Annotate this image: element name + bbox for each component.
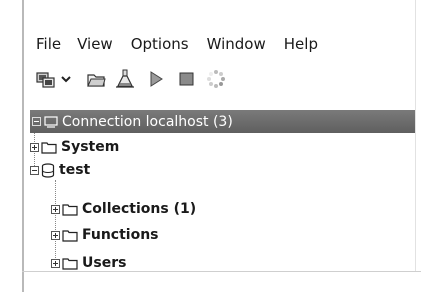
flask-icon xyxy=(114,68,136,90)
menu-help[interactable]: Help xyxy=(284,35,318,53)
minus-icon xyxy=(32,117,41,126)
collections-label: Collections (1) xyxy=(82,201,197,217)
functions-label: Functions xyxy=(82,227,159,243)
run-button[interactable] xyxy=(144,67,168,91)
menu-view[interactable]: View xyxy=(77,35,113,53)
menu-options[interactable]: Options xyxy=(131,35,189,53)
folder-icon xyxy=(62,229,78,242)
expand-toggle[interactable] xyxy=(51,230,60,240)
chevron-down-icon xyxy=(60,73,72,85)
stop-button[interactable] xyxy=(174,67,198,91)
loading-indicator xyxy=(204,67,228,91)
spinner-icon xyxy=(205,68,227,90)
folder-icon xyxy=(62,257,78,270)
menu-file[interactable]: File xyxy=(36,35,61,53)
tree-node-test[interactable]: test xyxy=(30,159,90,181)
users-label: Users xyxy=(82,255,127,271)
connect-icon xyxy=(35,68,57,90)
tree-node-users[interactable]: Users xyxy=(51,252,126,274)
db-label: test xyxy=(59,162,91,178)
database-icon xyxy=(41,162,55,178)
tree-node-functions[interactable]: Functions xyxy=(51,224,159,246)
play-icon xyxy=(146,69,166,89)
server-icon xyxy=(44,115,58,128)
expand-toggle[interactable] xyxy=(30,142,39,152)
open-folder-icon xyxy=(85,68,107,90)
menu-bar: File View Options Window Help xyxy=(36,32,337,56)
tree-node-connection[interactable]: Connection localhost (3) xyxy=(30,110,415,133)
system-label: System xyxy=(61,139,120,155)
connect-button[interactable] xyxy=(34,67,58,91)
expand-toggle[interactable] xyxy=(51,258,60,268)
connect-dropdown-button[interactable] xyxy=(58,67,74,91)
open-button[interactable] xyxy=(84,67,108,91)
tree-node-system[interactable]: System xyxy=(30,136,119,158)
connection-label: Connection localhost (3) xyxy=(62,113,233,130)
flask-button[interactable] xyxy=(113,67,137,91)
folder-icon xyxy=(41,141,57,154)
window-right-border xyxy=(415,0,416,272)
menu-window[interactable]: Window xyxy=(207,35,266,53)
expand-toggle[interactable] xyxy=(51,204,60,214)
window-left-border xyxy=(22,0,24,292)
collapse-toggle[interactable] xyxy=(30,165,39,175)
folder-icon xyxy=(62,203,78,216)
stop-icon xyxy=(176,69,196,89)
tree-node-collections[interactable]: Collections (1) xyxy=(51,198,196,220)
collapse-toggle[interactable] xyxy=(32,117,41,126)
